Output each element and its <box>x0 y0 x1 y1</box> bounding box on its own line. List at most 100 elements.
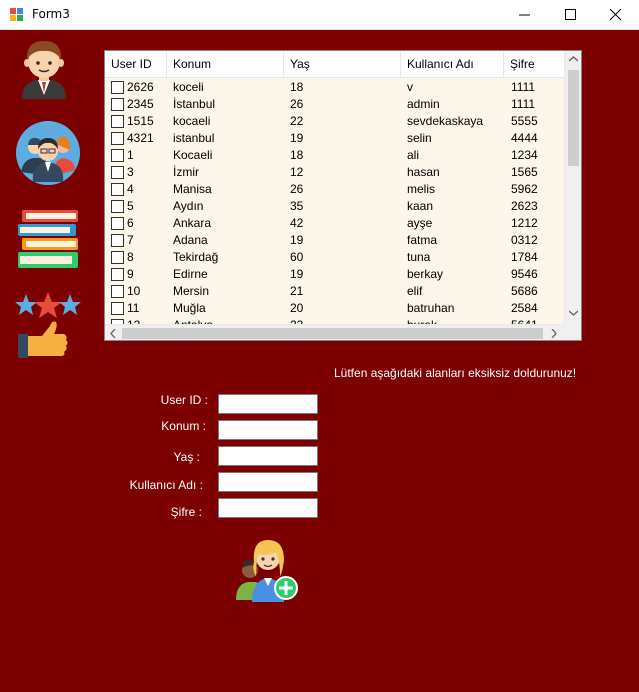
cell-kullanici-adi[interactable]: v <box>407 79 507 96</box>
cell-konum[interactable]: Aydın <box>173 198 283 215</box>
cell-kullanici-adi[interactable]: batruhan <box>407 300 507 317</box>
cell-yas[interactable]: 35 <box>290 198 400 215</box>
cell-yas[interactable]: 19 <box>290 266 400 283</box>
row-checkbox[interactable] <box>111 81 124 94</box>
cell-kullanici-adi[interactable]: ali <box>407 147 507 164</box>
vertical-scroll-thumb[interactable] <box>568 70 579 166</box>
yas-field[interactable] <box>218 446 318 466</box>
cell-kullanici-adi[interactable]: ayşe <box>407 215 507 232</box>
cell-sifre[interactable]: 5641 <box>511 317 561 324</box>
cell-konum[interactable]: Edirne <box>173 266 283 283</box>
maximize-button[interactable] <box>548 0 594 30</box>
table-row[interactable]: 2345 İstanbul 26 admin 1111 <box>105 96 564 113</box>
cell-kullanici-adi[interactable]: elif <box>407 283 507 300</box>
cell-user-id[interactable]: 5 <box>127 198 165 215</box>
cell-user-id[interactable]: 9 <box>127 266 165 283</box>
cell-user-id[interactable]: 1 <box>127 147 165 164</box>
konum-field[interactable] <box>218 420 318 440</box>
table-row[interactable]: 8 Tekirdağ 60 tuna 1784 <box>105 249 564 266</box>
cell-sifre[interactable]: 1212 <box>511 215 561 232</box>
row-checkbox[interactable] <box>111 200 124 213</box>
cell-user-id[interactable]: 12 <box>127 317 165 324</box>
cell-kullanici-adi[interactable]: sevdekaskaya <box>407 113 507 130</box>
cell-sifre[interactable]: 5555 <box>511 113 561 130</box>
cell-user-id[interactable]: 6 <box>127 215 165 232</box>
cell-konum[interactable]: kocaeli <box>173 113 283 130</box>
cell-user-id[interactable]: 10 <box>127 283 165 300</box>
scroll-left-icon[interactable] <box>110 329 116 338</box>
cell-user-id[interactable]: 4321 <box>127 130 165 147</box>
cell-user-id[interactable]: 11 <box>127 300 165 317</box>
cell-user-id[interactable]: 2626 <box>127 79 165 96</box>
row-checkbox[interactable] <box>111 115 124 128</box>
man-avatar-icon[interactable] <box>14 35 74 99</box>
table-row[interactable]: 4 Manisa 26 melis 5962 <box>105 181 564 198</box>
cell-konum[interactable]: Mersin <box>173 283 283 300</box>
vertical-scrollbar[interactable] <box>564 51 581 324</box>
cell-yas[interactable]: 21 <box>290 283 400 300</box>
cell-sifre[interactable]: 1565 <box>511 164 561 181</box>
cell-konum[interactable]: Ankara <box>173 215 283 232</box>
cell-yas[interactable]: 60 <box>290 249 400 266</box>
cell-yas[interactable]: 19 <box>290 130 400 147</box>
cell-konum[interactable]: koceli <box>173 79 283 96</box>
cell-konum[interactable]: İzmir <box>173 164 283 181</box>
table-row[interactable]: 4321 istanbul 19 selin 4444 <box>105 130 564 147</box>
cell-konum[interactable]: Antalya <box>173 317 283 324</box>
cell-konum[interactable]: Muğla <box>173 300 283 317</box>
user-id-field[interactable] <box>218 394 318 414</box>
cell-sifre[interactable]: 4444 <box>511 130 561 147</box>
cell-user-id[interactable]: 3 <box>127 164 165 181</box>
kullanici-adi-field[interactable] <box>218 472 318 492</box>
horizontal-scroll-thumb[interactable] <box>122 328 543 339</box>
cell-kullanici-adi[interactable]: selin <box>407 130 507 147</box>
column-header-konum[interactable]: Konum <box>167 51 284 78</box>
table-row[interactable]: 3 İzmir 12 hasan 1565 <box>105 164 564 181</box>
column-header-user-id[interactable]: User ID <box>105 51 167 78</box>
cell-kullanici-adi[interactable]: fatma <box>407 232 507 249</box>
column-header-sifre[interactable]: Şifre <box>504 51 564 78</box>
table-row[interactable]: 1 Kocaeli 18 ali 1234 <box>105 147 564 164</box>
cell-yas[interactable]: 19 <box>290 232 400 249</box>
cell-kullanici-adi[interactable]: kaan <box>407 198 507 215</box>
cell-user-id[interactable]: 1515 <box>127 113 165 130</box>
table-row[interactable]: 6 Ankara 42 ayşe 1212 <box>105 215 564 232</box>
close-button[interactable] <box>593 0 639 30</box>
cell-yas[interactable]: 12 <box>290 164 400 181</box>
cell-sifre[interactable]: 2584 <box>511 300 561 317</box>
table-row[interactable]: 7 Adana 19 fatma 0312 <box>105 232 564 249</box>
cell-yas[interactable]: 18 <box>290 79 400 96</box>
cell-sifre[interactable]: 1784 <box>511 249 561 266</box>
row-checkbox[interactable] <box>111 183 124 196</box>
cell-sifre[interactable]: 1111 <box>511 79 561 96</box>
table-row[interactable]: 2626 koceli 18 v 1111 <box>105 79 564 96</box>
cell-user-id[interactable]: 7 <box>127 232 165 249</box>
cell-user-id[interactable]: 4 <box>127 181 165 198</box>
user-group-icon[interactable] <box>15 120 81 186</box>
cell-kullanici-adi[interactable]: berkay <box>407 266 507 283</box>
cell-user-id[interactable]: 8 <box>127 249 165 266</box>
cell-sifre[interactable]: 0312 <box>511 232 561 249</box>
row-checkbox[interactable] <box>111 302 124 315</box>
minimize-button[interactable] <box>502 0 548 30</box>
cell-yas[interactable]: 22 <box>290 113 400 130</box>
cell-kullanici-adi[interactable]: melis <box>407 181 507 198</box>
row-checkbox[interactable] <box>111 166 124 179</box>
row-checkbox[interactable] <box>111 268 124 281</box>
cell-yas[interactable]: 42 <box>290 215 400 232</box>
cell-konum[interactable]: Manisa <box>173 181 283 198</box>
cell-yas[interactable]: 23 <box>290 317 400 324</box>
star-rating-icon[interactable] <box>14 292 82 360</box>
cell-yas[interactable]: 20 <box>290 300 400 317</box>
row-checkbox[interactable] <box>111 132 124 145</box>
row-checkbox[interactable] <box>111 251 124 264</box>
table-row[interactable]: 12 Antalya 23 burak 5641 <box>105 317 564 324</box>
users-data-grid[interactable]: User ID Konum Yaş Kullanıcı Adı Şifre 26… <box>104 50 582 341</box>
table-row[interactable]: 1515 kocaeli 22 sevdekaskaya 5555 <box>105 113 564 130</box>
row-checkbox[interactable] <box>111 217 124 230</box>
cell-sifre[interactable]: 1111 <box>511 96 561 113</box>
scroll-down-icon[interactable] <box>569 310 578 316</box>
row-checkbox[interactable] <box>111 149 124 162</box>
books-icon[interactable] <box>16 208 82 272</box>
cell-sifre[interactable]: 1234 <box>511 147 561 164</box>
